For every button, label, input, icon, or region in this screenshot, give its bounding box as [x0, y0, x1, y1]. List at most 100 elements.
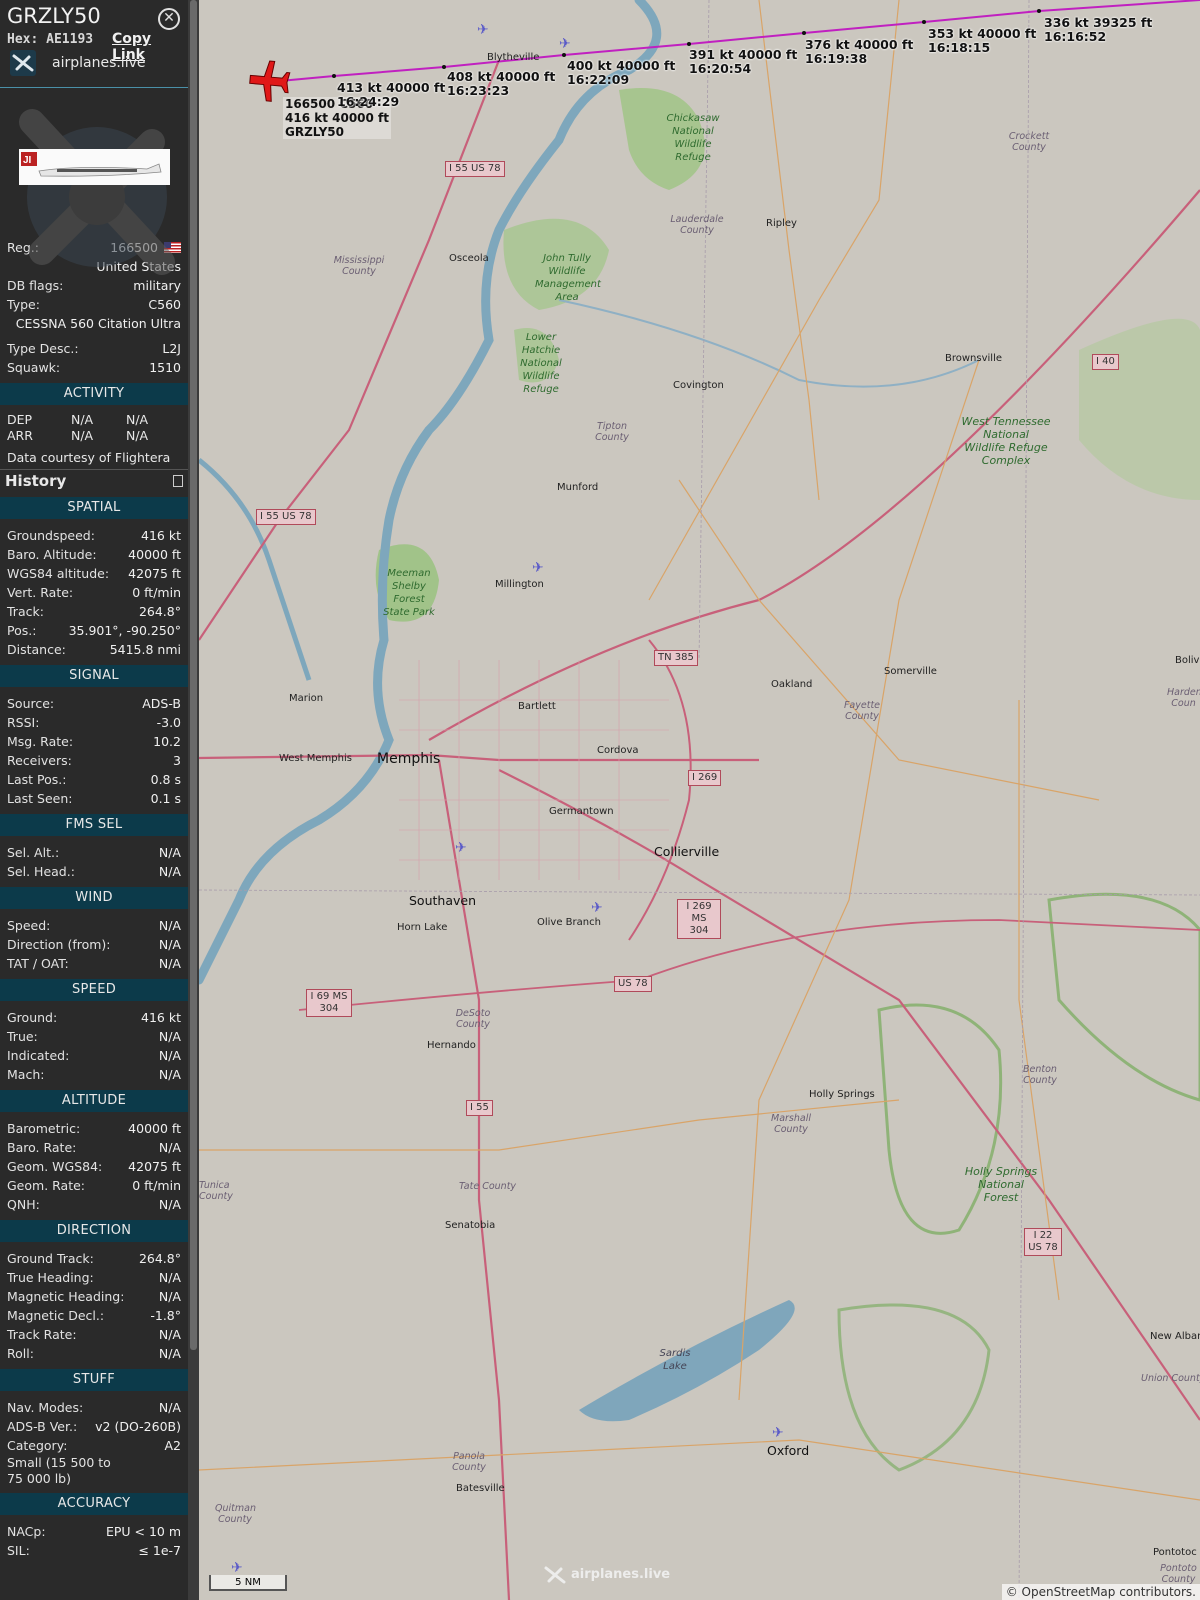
- detail-value: N/A: [158, 1197, 181, 1212]
- history-checkbox[interactable]: [173, 475, 183, 487]
- city-label: Collierville: [654, 844, 720, 859]
- city-label: Oxford: [767, 1443, 810, 1458]
- detail-value: N/A: [158, 1327, 181, 1342]
- detail-value: N/A: [158, 1048, 181, 1063]
- city-label: Bartlett: [518, 701, 556, 712]
- section-header-spatial: SPATIAL: [0, 497, 188, 519]
- aircraft-icon[interactable]: ✈: [559, 36, 571, 52]
- detail-value: 35.901°, -90.250°: [68, 623, 181, 638]
- detail-label: Receivers:: [7, 753, 72, 768]
- aircraft-icon[interactable]: ✈: [477, 22, 489, 38]
- city-label: Covington: [673, 380, 724, 391]
- detail-label: Magnetic Decl.:: [7, 1308, 105, 1323]
- detail-value: N/A: [158, 1270, 181, 1285]
- hex-value: AE1193: [46, 32, 94, 47]
- detail-row: Barometric: 40000 ft: [0, 1119, 188, 1138]
- aircraft-icon[interactable]: ✈: [591, 900, 603, 916]
- section-header-fms-sel: FMS SEL: [0, 814, 188, 836]
- city-label: Osceola: [449, 253, 489, 264]
- detail-value: N/A: [158, 1289, 181, 1304]
- aircraft-icon[interactable]: ✈: [532, 560, 544, 576]
- aircraft-label-line: GRZLY50: [285, 125, 344, 139]
- detail-value: N/A: [158, 1029, 181, 1044]
- county-label: Panola County: [452, 1451, 486, 1473]
- map-view[interactable]: ✈ ✈ ✈ ✈ ✈ ✈ ✈ 166500 C560 416 kt 40000 f…: [199, 0, 1200, 1600]
- detail-row: Geom. WGS84: 42075 ft: [0, 1157, 188, 1176]
- sidebar-scrollbar[interactable]: [188, 0, 199, 1600]
- section-header-altitude: ALTITUDE: [0, 1090, 188, 1112]
- city-label: Olive Branch: [537, 917, 601, 928]
- highway-shield: I 69 MS 304: [306, 989, 352, 1017]
- hex-label: Hex:: [7, 32, 39, 47]
- city-label: Senatobia: [445, 1220, 496, 1231]
- city-label: Marion: [289, 693, 324, 704]
- detail-row: Distance: 5415.8 nmi: [0, 640, 188, 659]
- detail-row: Sel. Head.: N/A: [0, 862, 188, 881]
- detail-row: True: N/A: [0, 1027, 188, 1046]
- city-label: Ripley: [766, 218, 797, 229]
- section-header-activity: ACTIVITY: [0, 383, 188, 405]
- detail-value: 416 kt: [141, 528, 181, 543]
- detail-value: 5415.8 nmi: [109, 642, 181, 657]
- detail-row: Pos.: 35.901°, -90.250°: [0, 621, 188, 640]
- detail-row: Geom. Rate: 0 ft/min: [0, 1176, 188, 1195]
- detail-value: N/A: [158, 864, 181, 879]
- aircraft-photo[interactable]: JI: [19, 149, 170, 185]
- city-label: New Albany: [1150, 1331, 1200, 1342]
- track-label: 391 kt 40000 ft 16:20:54: [689, 47, 798, 76]
- detail-label: Track Rate:: [7, 1327, 77, 1342]
- detail-value: N/A: [158, 1346, 181, 1361]
- city-label: Pontotoc: [1153, 1547, 1197, 1558]
- aircraft-silhouette-icon: [19, 109, 175, 275]
- detail-label: QNH:: [7, 1197, 40, 1212]
- detail-row: Magnetic Decl.: -1.8°: [0, 1306, 188, 1325]
- detail-row: QNH: N/A: [0, 1195, 188, 1214]
- detail-value: 40000 ft: [128, 1121, 181, 1136]
- section-header-wind: WIND: [0, 887, 188, 909]
- detail-row: True Heading: N/A: [0, 1268, 188, 1287]
- scrollbar-thumb[interactable]: [190, 0, 197, 1350]
- county-label: DeSoto County: [455, 1008, 491, 1030]
- park-label: Meeman Shelby Forest State Park: [383, 568, 435, 618]
- airplanes-live-watermark-icon: [544, 1566, 566, 1584]
- detail-value: N/A: [158, 1067, 181, 1082]
- flightera-link[interactable]: Flightera: [115, 448, 170, 467]
- city-label: Somerville: [884, 666, 937, 677]
- detail-row: Receivers: 3: [0, 751, 188, 770]
- close-icon[interactable]: ✕: [158, 8, 180, 30]
- county-label: Benton County: [1023, 1064, 1057, 1086]
- detail-row: Ground Track: 264.8°: [0, 1249, 188, 1268]
- highway-shield: I 269 MS 304: [677, 899, 721, 939]
- detail-value: v2 (DO-260B): [95, 1419, 181, 1434]
- detail-label: Barometric:: [7, 1121, 81, 1136]
- provider-link[interactable]: airplanes.live: [52, 55, 146, 71]
- detail-value: 3: [173, 753, 181, 768]
- detail-row: Msg. Rate: 10.2: [0, 732, 188, 751]
- park-label: West Tennessee National Wildlife Refuge …: [961, 415, 1051, 467]
- aircraft-icon[interactable]: ✈: [455, 840, 467, 856]
- map-attribution[interactable]: © OpenStreetMap contributors.: [1001, 1584, 1200, 1600]
- detail-label: Small (15 500 to 75 000 lb): [7, 1455, 111, 1486]
- detail-label: Baro. Rate:: [7, 1140, 77, 1155]
- aircraft-icon[interactable]: ✈: [231, 1560, 243, 1576]
- detail-label: Geom. WGS84:: [7, 1159, 103, 1174]
- county-label: Lauderdale County: [670, 214, 724, 236]
- aircraft-icon[interactable]: ✈: [772, 1425, 784, 1441]
- detail-label: Ground Track:: [7, 1251, 94, 1266]
- highway-shield: I 55 US 78: [256, 509, 316, 525]
- type-row: Type: C560: [0, 295, 188, 314]
- detail-value: A2: [164, 1438, 181, 1453]
- detail-sections: SPATIAL Groundspeed: 416 kt Baro. Altitude:…: [0, 497, 188, 1560]
- detail-label: Vert. Rate:: [7, 585, 74, 600]
- county-label: Tate County: [459, 1181, 517, 1192]
- detail-row: TAT / OAT: N/A: [0, 954, 188, 973]
- detail-value: N/A: [158, 845, 181, 860]
- park-label: Lower Hatchie National Wildlife Refuge: [520, 332, 562, 395]
- typedesc-value: L2J: [162, 341, 181, 356]
- history-toggle[interactable]: History: [0, 469, 188, 491]
- squawk-row: Squawk: 1510: [0, 358, 188, 377]
- county-label: Pontoto County: [1160, 1563, 1197, 1585]
- detail-row: Source: ADS-B: [0, 694, 188, 713]
- detail-label: SIL:: [7, 1543, 30, 1558]
- airplanes-live-icon[interactable]: [10, 50, 36, 76]
